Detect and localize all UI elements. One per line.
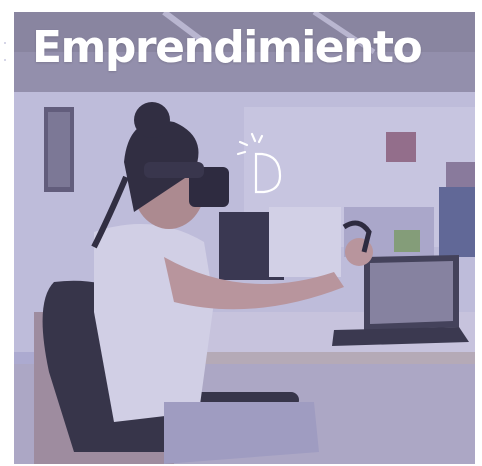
photo-card: Emprendimiento [14,12,475,464]
idea-d-icon [236,132,282,194]
page-title: Emprendimiento [32,22,423,73]
color-overlay [14,12,475,464]
